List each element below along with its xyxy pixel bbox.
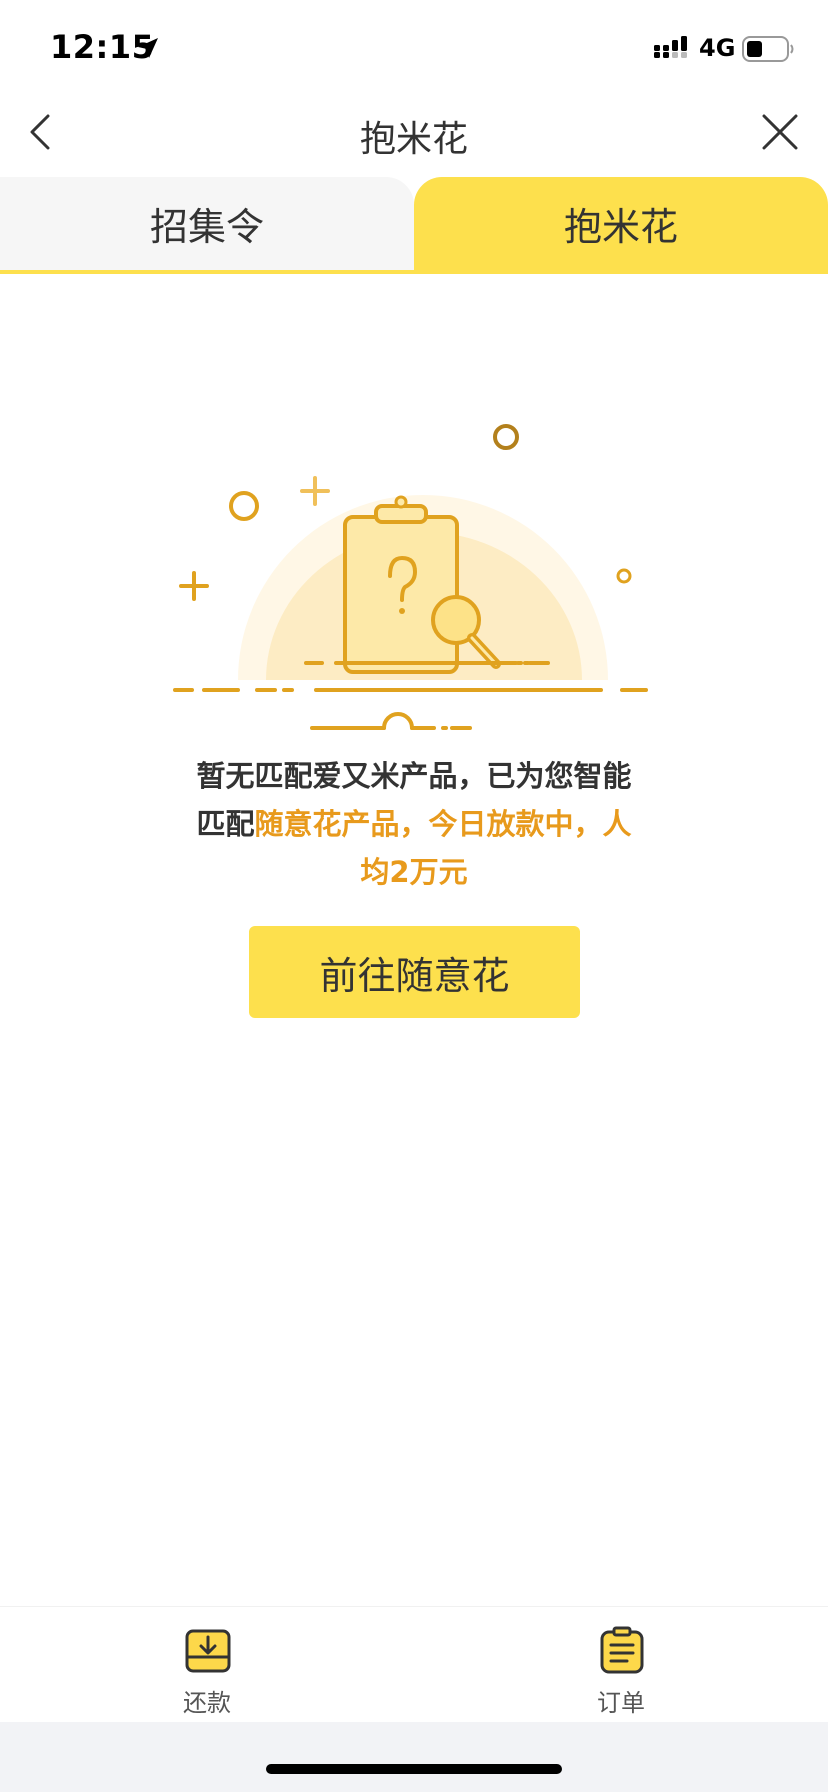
network-type: 4G [699,34,736,62]
navigation-bar: 抱米花 [0,100,828,180]
bottom-nav-repay-label: 还款 [183,1689,231,1717]
message-highlight: 随意花产品，今日放款中，人 [254,807,632,841]
signal-icon [654,36,687,58]
tab-underline [0,270,828,274]
bottom-nav-repay[interactable]: 还款 [127,1607,287,1723]
bottom-navigation: 还款 订单 [0,1606,828,1723]
empty-search-illustration [173,424,648,730]
tab-zhaojiling[interactable]: 招集令 [0,177,414,270]
close-icon[interactable] [760,112,800,152]
go-to-suiyihua-button[interactable]: 前往随意花 [249,926,580,1018]
message-line-1: 暂无匹配爱又米产品，已为您智能 [196,759,632,793]
bottom-nav-orders-label: 订单 [597,1689,645,1717]
message-line-2: 匹配随意花产品，今日放款中，人 [170,800,658,848]
home-indicator-area [0,1722,828,1792]
empty-state-message: 暂无匹配爱又米产品，已为您智能 匹配随意花产品，今日放款中，人 均2万元 [170,752,658,896]
order-icon [600,1626,644,1674]
battery-icon [742,36,794,62]
tab-bar: 招集令 抱米花 [0,177,828,274]
status-bar: 12:15 4G [0,0,828,100]
location-arrow-icon [138,38,158,58]
message-prefix: 匹配 [196,807,255,841]
repay-icon [185,1629,231,1673]
tab-baomihua[interactable]: 抱米花 [414,177,828,270]
bottom-nav-orders[interactable]: 订单 [541,1607,701,1723]
page-title: 抱米花 [359,119,468,160]
home-indicator[interactable] [266,1764,562,1774]
message-line-3: 均2万元 [360,855,468,889]
